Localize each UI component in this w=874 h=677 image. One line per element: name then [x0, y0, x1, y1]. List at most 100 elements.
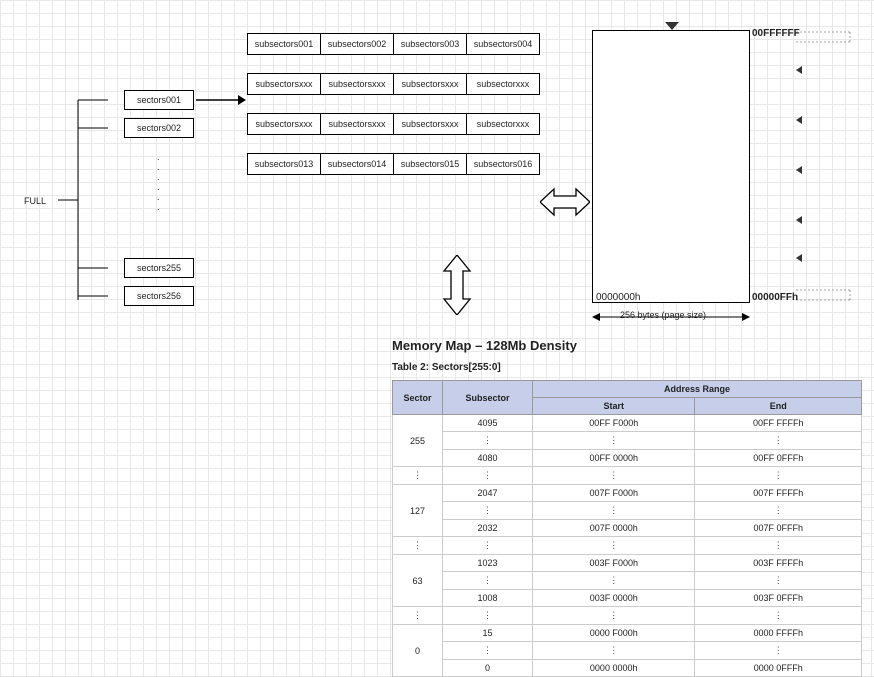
cell-end: ⋮ [695, 572, 862, 590]
table-row: 00000 0000h0000 0FFFh [393, 660, 862, 677]
cell-end: ⋮ [695, 467, 862, 485]
mem-addr-br: 00000FFh [752, 292, 798, 303]
subsector-cell: subsectors013 [247, 153, 321, 175]
cell-end: 0000 0FFFh [695, 660, 862, 677]
cell-sub: 2032 [443, 520, 533, 537]
cell-end: 00FF 0FFFh [695, 450, 862, 467]
mem-addr-top: 00FFFFFF [752, 28, 800, 39]
subsector-cell: subsectors014 [320, 153, 394, 175]
cell-start: 007F 0000h [533, 520, 695, 537]
cell-sector: ⋮ [393, 467, 443, 485]
table-row: 1272047007F F000h007F FFFFh [393, 485, 862, 502]
cell-end: ⋮ [695, 607, 862, 625]
cell-start: ⋮ [533, 537, 695, 555]
table-row: ⋮⋮⋮ [393, 572, 862, 590]
table-row: 255409500FF F000h00FF FFFFh [393, 415, 862, 432]
cell-end: 003F FFFFh [695, 555, 862, 572]
table-row: 2032007F 0000h007F 0FFFh [393, 520, 862, 537]
cell-end: ⋮ [695, 537, 862, 555]
subsector-row: subsectorsxxxsubsectorsxxxsubsectorsxxxs… [248, 73, 540, 95]
cell-sub: ⋮ [443, 432, 533, 450]
subsector-cell: subsectors002 [320, 33, 394, 55]
subsector-cell: subsectorsxxx [320, 73, 394, 95]
cell-end: 007F FFFFh [695, 485, 862, 502]
subsector-cell: subsectorsxxx [247, 73, 321, 95]
cell-start: ⋮ [533, 607, 695, 625]
sector-ellipsis: ...... [155, 152, 161, 204]
sectors-table: Sector Subsector Address Range Start End… [392, 380, 862, 677]
cell-sub: 1008 [443, 590, 533, 607]
cell-sector: 0 [393, 625, 443, 677]
cell-end: ⋮ [695, 432, 862, 450]
cell-sub: ⋮ [443, 642, 533, 660]
cell-end: 0000 FFFFh [695, 625, 862, 642]
table-row: 1008003F 0000h003F 0FFFh [393, 590, 862, 607]
th-subsector: Subsector [443, 381, 533, 415]
memory-page-rect [592, 30, 750, 303]
cell-sector: ⋮ [393, 607, 443, 625]
subsector-cell: subsectors015 [393, 153, 467, 175]
sector-box: sectors256 [124, 286, 194, 306]
memory-map-title: Memory Map – 128Mb Density [392, 338, 577, 353]
th-range: Address Range [533, 381, 862, 398]
mem-addr-bl: 0000000h [596, 292, 641, 303]
table-row: ⋮⋮⋮ [393, 642, 862, 660]
mem-page-arrows [796, 30, 854, 308]
cell-end: 00FF FFFFh [695, 415, 862, 432]
cell-sector: 127 [393, 485, 443, 537]
cell-sector: 255 [393, 415, 443, 467]
cell-start: ⋮ [533, 502, 695, 520]
cell-end: 003F 0FFFh [695, 590, 862, 607]
cell-sub: ⋮ [443, 467, 533, 485]
table-row: ⋮⋮⋮ [393, 432, 862, 450]
subsector-cell: subsectors004 [466, 33, 540, 55]
cell-start: ⋮ [533, 642, 695, 660]
cell-sub: 4095 [443, 415, 533, 432]
arrow-sector-to-sub [196, 92, 246, 108]
subsector-cell: subsectorsxxx [247, 113, 321, 135]
cell-start: ⋮ [533, 432, 695, 450]
subsector-cell: subsectors016 [466, 153, 540, 175]
cell-start: 003F F000h [533, 555, 695, 572]
subsector-cell: subsectorsxxx [320, 113, 394, 135]
sector-box: sectors255 [124, 258, 194, 278]
cell-start: 00FF F000h [533, 415, 695, 432]
sector-box: sectors002 [124, 118, 194, 138]
cell-start: 0000 0000h [533, 660, 695, 677]
cell-sub: ⋮ [443, 607, 533, 625]
subsector-cell: subsectorxxx [466, 73, 540, 95]
cell-sub: 0 [443, 660, 533, 677]
cell-start: ⋮ [533, 572, 695, 590]
cell-sub: ⋮ [443, 502, 533, 520]
sector-box: sectors001 [124, 90, 194, 110]
bracket-full [48, 90, 124, 310]
cell-sub: ⋮ [443, 572, 533, 590]
th-sector: Sector [393, 381, 443, 415]
subsector-row: subsectors001subsectors002subsectors003s… [248, 33, 540, 55]
cell-sub: 2047 [443, 485, 533, 502]
table-row: ⋮⋮⋮⋮ [393, 537, 862, 555]
table-row: ⋮⋮⋮⋮ [393, 607, 862, 625]
cell-start: 00FF 0000h [533, 450, 695, 467]
subsector-row: subsectorsxxxsubsectorsxxxsubsectorsxxxs… [248, 113, 540, 135]
table-row: ⋮⋮⋮⋮ [393, 467, 862, 485]
table-caption: Table 2: Sectors[255:0] [392, 362, 501, 373]
mem-top-tick-icon [665, 22, 679, 32]
cell-start: 0000 F000h [533, 625, 695, 642]
table-row: ⋮⋮⋮ [393, 502, 862, 520]
cell-start: 007F F000h [533, 485, 695, 502]
table-row: 408000FF 0000h00FF 0FFFh [393, 450, 862, 467]
cell-sector: ⋮ [393, 537, 443, 555]
double-arrow-h-icon [540, 185, 590, 219]
subsector-cell: subsectorsxxx [393, 113, 467, 135]
subsector-cell: subsectors003 [393, 33, 467, 55]
table-row: 0150000 F000h0000 FFFFh [393, 625, 862, 642]
cell-sub: 15 [443, 625, 533, 642]
cell-end: ⋮ [695, 642, 862, 660]
cell-start: 003F 0000h [533, 590, 695, 607]
table-row: 631023003F F000h003F FFFFh [393, 555, 862, 572]
root-label: FULL [24, 196, 46, 206]
cell-sub: 1023 [443, 555, 533, 572]
cell-sector: 63 [393, 555, 443, 607]
cell-sub: ⋮ [443, 537, 533, 555]
